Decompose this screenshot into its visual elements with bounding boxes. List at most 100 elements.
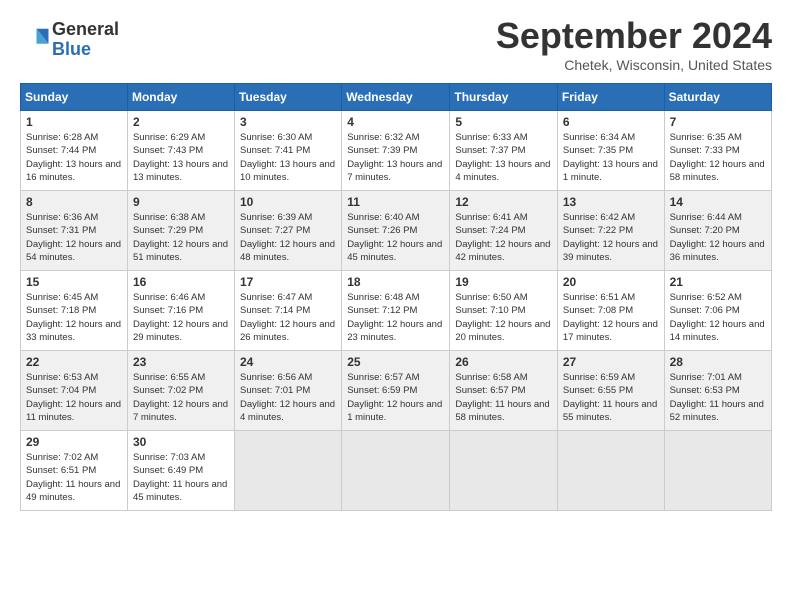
week-row-1: 1 Sunrise: 6:28 AMSunset: 7:44 PMDayligh…	[21, 111, 772, 191]
day-cell-19: 19 Sunrise: 6:50 AMSunset: 7:10 PMDaylig…	[450, 271, 558, 351]
day-cell-18: 18 Sunrise: 6:48 AMSunset: 7:12 PMDaylig…	[342, 271, 450, 351]
day-cell-16: 16 Sunrise: 6:46 AMSunset: 7:16 PMDaylig…	[127, 271, 234, 351]
day-number: 11	[347, 195, 444, 209]
day-number: 18	[347, 275, 444, 289]
day-cell-30: 30 Sunrise: 7:03 AMSunset: 6:49 PMDaylig…	[127, 431, 234, 511]
day-number: 29	[26, 435, 122, 449]
day-cell-10: 10 Sunrise: 6:39 AMSunset: 7:27 PMDaylig…	[235, 191, 342, 271]
day-info: Sunrise: 6:57 AMSunset: 6:59 PMDaylight:…	[347, 372, 442, 423]
day-number: 22	[26, 355, 122, 369]
day-number: 8	[26, 195, 122, 209]
day-number: 25	[347, 355, 444, 369]
day-info: Sunrise: 6:41 AMSunset: 7:24 PMDaylight:…	[455, 212, 550, 263]
day-info: Sunrise: 6:47 AMSunset: 7:14 PMDaylight:…	[240, 292, 335, 343]
day-info: Sunrise: 6:42 AMSunset: 7:22 PMDaylight:…	[563, 212, 658, 263]
day-info: Sunrise: 6:38 AMSunset: 7:29 PMDaylight:…	[133, 212, 228, 263]
day-number: 3	[240, 115, 336, 129]
day-number: 7	[670, 115, 766, 129]
weekday-header-friday: Friday	[557, 84, 664, 111]
week-row-2: 8 Sunrise: 6:36 AMSunset: 7:31 PMDayligh…	[21, 191, 772, 271]
day-cell-1: 1 Sunrise: 6:28 AMSunset: 7:44 PMDayligh…	[21, 111, 128, 191]
day-info: Sunrise: 6:33 AMSunset: 7:37 PMDaylight:…	[455, 132, 550, 183]
empty-cell	[450, 431, 558, 511]
empty-cell	[342, 431, 450, 511]
week-row-3: 15 Sunrise: 6:45 AMSunset: 7:18 PMDaylig…	[21, 271, 772, 351]
day-cell-6: 6 Sunrise: 6:34 AMSunset: 7:35 PMDayligh…	[557, 111, 664, 191]
day-info: Sunrise: 6:58 AMSunset: 6:57 PMDaylight:…	[455, 372, 549, 423]
day-number: 13	[563, 195, 659, 209]
day-cell-28: 28 Sunrise: 7:01 AMSunset: 6:53 PMDaylig…	[664, 351, 771, 431]
day-info: Sunrise: 7:01 AMSunset: 6:53 PMDaylight:…	[670, 372, 764, 423]
day-number: 24	[240, 355, 336, 369]
day-number: 12	[455, 195, 552, 209]
day-cell-14: 14 Sunrise: 6:44 AMSunset: 7:20 PMDaylig…	[664, 191, 771, 271]
day-number: 20	[563, 275, 659, 289]
empty-cell	[664, 431, 771, 511]
logo: General Blue	[20, 20, 119, 60]
day-info: Sunrise: 6:51 AMSunset: 7:08 PMDaylight:…	[563, 292, 658, 343]
day-info: Sunrise: 6:36 AMSunset: 7:31 PMDaylight:…	[26, 212, 121, 263]
day-number: 30	[133, 435, 229, 449]
day-number: 6	[563, 115, 659, 129]
weekday-header-monday: Monday	[127, 84, 234, 111]
weekday-header-wednesday: Wednesday	[342, 84, 450, 111]
day-cell-3: 3 Sunrise: 6:30 AMSunset: 7:41 PMDayligh…	[235, 111, 342, 191]
day-info: Sunrise: 6:30 AMSunset: 7:41 PMDaylight:…	[240, 132, 335, 183]
day-cell-29: 29 Sunrise: 7:02 AMSunset: 6:51 PMDaylig…	[21, 431, 128, 511]
day-cell-7: 7 Sunrise: 6:35 AMSunset: 7:33 PMDayligh…	[664, 111, 771, 191]
day-info: Sunrise: 6:29 AMSunset: 7:43 PMDaylight:…	[133, 132, 228, 183]
day-info: Sunrise: 6:52 AMSunset: 7:06 PMDaylight:…	[670, 292, 765, 343]
week-row-4: 22 Sunrise: 6:53 AMSunset: 7:04 PMDaylig…	[21, 351, 772, 431]
day-cell-23: 23 Sunrise: 6:55 AMSunset: 7:02 PMDaylig…	[127, 351, 234, 431]
day-info: Sunrise: 7:02 AMSunset: 6:51 PMDaylight:…	[26, 452, 120, 503]
day-cell-21: 21 Sunrise: 6:52 AMSunset: 7:06 PMDaylig…	[664, 271, 771, 351]
day-number: 15	[26, 275, 122, 289]
weekday-header-tuesday: Tuesday	[235, 84, 342, 111]
day-number: 27	[563, 355, 659, 369]
day-number: 16	[133, 275, 229, 289]
day-number: 19	[455, 275, 552, 289]
month-title: September 2024	[496, 15, 772, 57]
day-number: 28	[670, 355, 766, 369]
location: Chetek, Wisconsin, United States	[496, 57, 772, 73]
day-cell-8: 8 Sunrise: 6:36 AMSunset: 7:31 PMDayligh…	[21, 191, 128, 271]
day-info: Sunrise: 6:56 AMSunset: 7:01 PMDaylight:…	[240, 372, 335, 423]
day-number: 2	[133, 115, 229, 129]
day-cell-20: 20 Sunrise: 6:51 AMSunset: 7:08 PMDaylig…	[557, 271, 664, 351]
day-info: Sunrise: 6:55 AMSunset: 7:02 PMDaylight:…	[133, 372, 228, 423]
day-info: Sunrise: 6:44 AMSunset: 7:20 PMDaylight:…	[670, 212, 765, 263]
day-number: 17	[240, 275, 336, 289]
day-info: Sunrise: 6:35 AMSunset: 7:33 PMDaylight:…	[670, 132, 765, 183]
day-cell-24: 24 Sunrise: 6:56 AMSunset: 7:01 PMDaylig…	[235, 351, 342, 431]
day-cell-12: 12 Sunrise: 6:41 AMSunset: 7:24 PMDaylig…	[450, 191, 558, 271]
day-number: 21	[670, 275, 766, 289]
day-number: 5	[455, 115, 552, 129]
day-info: Sunrise: 6:59 AMSunset: 6:55 PMDaylight:…	[563, 372, 657, 423]
day-info: Sunrise: 6:32 AMSunset: 7:39 PMDaylight:…	[347, 132, 442, 183]
day-number: 1	[26, 115, 122, 129]
day-cell-9: 9 Sunrise: 6:38 AMSunset: 7:29 PMDayligh…	[127, 191, 234, 271]
day-number: 14	[670, 195, 766, 209]
day-cell-22: 22 Sunrise: 6:53 AMSunset: 7:04 PMDaylig…	[21, 351, 128, 431]
weekday-header-thursday: Thursday	[450, 84, 558, 111]
day-number: 4	[347, 115, 444, 129]
day-info: Sunrise: 6:34 AMSunset: 7:35 PMDaylight:…	[563, 132, 658, 183]
day-info: Sunrise: 6:28 AMSunset: 7:44 PMDaylight:…	[26, 132, 121, 183]
logo-icon	[20, 25, 50, 55]
day-info: Sunrise: 6:50 AMSunset: 7:10 PMDaylight:…	[455, 292, 550, 343]
day-number: 26	[455, 355, 552, 369]
day-info: Sunrise: 6:45 AMSunset: 7:18 PMDaylight:…	[26, 292, 121, 343]
day-cell-4: 4 Sunrise: 6:32 AMSunset: 7:39 PMDayligh…	[342, 111, 450, 191]
day-cell-5: 5 Sunrise: 6:33 AMSunset: 7:37 PMDayligh…	[450, 111, 558, 191]
weekday-header-saturday: Saturday	[664, 84, 771, 111]
day-number: 9	[133, 195, 229, 209]
empty-cell	[557, 431, 664, 511]
day-cell-27: 27 Sunrise: 6:59 AMSunset: 6:55 PMDaylig…	[557, 351, 664, 431]
day-cell-2: 2 Sunrise: 6:29 AMSunset: 7:43 PMDayligh…	[127, 111, 234, 191]
empty-cell	[235, 431, 342, 511]
day-info: Sunrise: 7:03 AMSunset: 6:49 PMDaylight:…	[133, 452, 227, 503]
day-number: 23	[133, 355, 229, 369]
day-cell-26: 26 Sunrise: 6:58 AMSunset: 6:57 PMDaylig…	[450, 351, 558, 431]
day-info: Sunrise: 6:46 AMSunset: 7:16 PMDaylight:…	[133, 292, 228, 343]
page-header: General Blue September 2024 Chetek, Wisc…	[20, 15, 772, 73]
